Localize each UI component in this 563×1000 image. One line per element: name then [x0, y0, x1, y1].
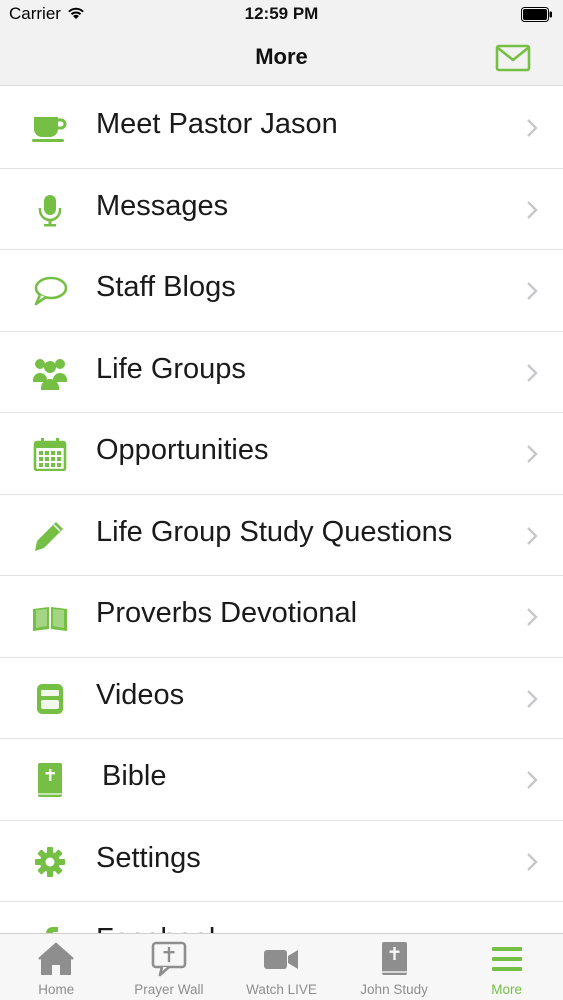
tab-bar: Home Prayer Wall Watch LIVE John Study M… [0, 933, 563, 1000]
menu-item-label: Meet Pastor Jason [96, 108, 338, 140]
gear-icon [35, 846, 65, 877]
tab-prayer-wall[interactable]: Prayer Wall [113, 934, 226, 1000]
menu-item-opportunities[interactable]: Opportunities [0, 413, 563, 495]
tab-more[interactable]: More [450, 934, 563, 1000]
more-menu-list: Meet Pastor Jason Messages Staff Blogs L… [0, 87, 563, 933]
tab-label: Watch LIVE [246, 982, 317, 997]
menu-item-videos[interactable]: Videos [0, 657, 563, 739]
envelope-icon[interactable] [495, 43, 531, 73]
tab-home[interactable]: Home [0, 934, 113, 1000]
tab-label: Home [38, 982, 75, 997]
chevron-right-icon [527, 526, 538, 545]
facebook-icon [46, 927, 58, 933]
chevron-right-icon [527, 282, 538, 300]
menu-item-life-group-study-questions[interactable]: Life Group Study Questions [0, 494, 563, 576]
speech-bubble-icon [34, 276, 68, 306]
open-book-icon [33, 607, 67, 631]
menu-item-messages[interactable]: Messages [0, 168, 563, 250]
coffee-cup-icon [32, 117, 67, 142]
people-group-icon [33, 358, 67, 390]
tab-john-study[interactable]: John Study [338, 934, 451, 1000]
chevron-right-icon [527, 119, 538, 137]
battery-icon [521, 7, 552, 22]
book-cross-icon [382, 942, 408, 975]
chevron-right-icon [527, 363, 538, 382]
pencil-icon [35, 521, 63, 551]
video-camera-icon [264, 950, 299, 969]
tab-label: More [491, 982, 523, 997]
status-time: 12:59 PM [244, 4, 319, 23]
menu-item-settings[interactable]: Settings [0, 820, 563, 902]
menu-item-label: Proverbs Devotional [96, 597, 358, 629]
menu-item-label: Life Groups [96, 352, 246, 385]
tab-label: Prayer Wall [134, 982, 204, 997]
menu-item-label: Facebook [96, 923, 223, 933]
calendar-icon [33, 438, 67, 471]
chevron-right-icon [527, 771, 538, 789]
chevron-right-icon [527, 200, 538, 219]
chevron-right-icon [527, 608, 538, 626]
menu-item-label: Messages [96, 189, 229, 222]
page-title: More [255, 44, 308, 69]
menu-item-label: Opportunities [96, 434, 269, 466]
menu-item-life-groups[interactable]: Life Groups [0, 331, 563, 413]
menu-item-label: Bible [102, 760, 167, 792]
chevron-right-icon [527, 445, 538, 463]
menu-item-proverbs-devotional[interactable]: Proverbs Devotional [0, 576, 563, 658]
chevron-right-icon [527, 852, 538, 871]
microphone-icon [38, 194, 62, 226]
menu-item-facebook[interactable]: Facebook [0, 902, 563, 933]
bible-icon [38, 763, 62, 797]
chevron-right-icon [527, 689, 538, 708]
navigation-bar: More [0, 30, 563, 86]
menu-item-staff-blogs[interactable]: Staff Blogs [0, 250, 563, 332]
youtube-icon [37, 683, 63, 714]
menu-item-bible[interactable]: Bible [0, 739, 563, 821]
tab-watch-live[interactable]: Watch LIVE [225, 934, 338, 1000]
menu-item-label: Settings [96, 841, 201, 874]
prayer-bubble-icon [151, 941, 187, 977]
tab-label: John Study [360, 982, 428, 997]
menu-item-label: Life Group Study Questions [96, 515, 453, 548]
home-icon [38, 942, 75, 975]
menu-item-meet-pastor-jason[interactable]: Meet Pastor Jason [0, 87, 563, 169]
status-bar: Carrier 12:59 PM [0, 0, 563, 30]
hamburger-menu-icon [491, 947, 522, 971]
menu-item-label: Staff Blogs [96, 271, 236, 303]
menu-item-label: Videos [96, 678, 185, 711]
